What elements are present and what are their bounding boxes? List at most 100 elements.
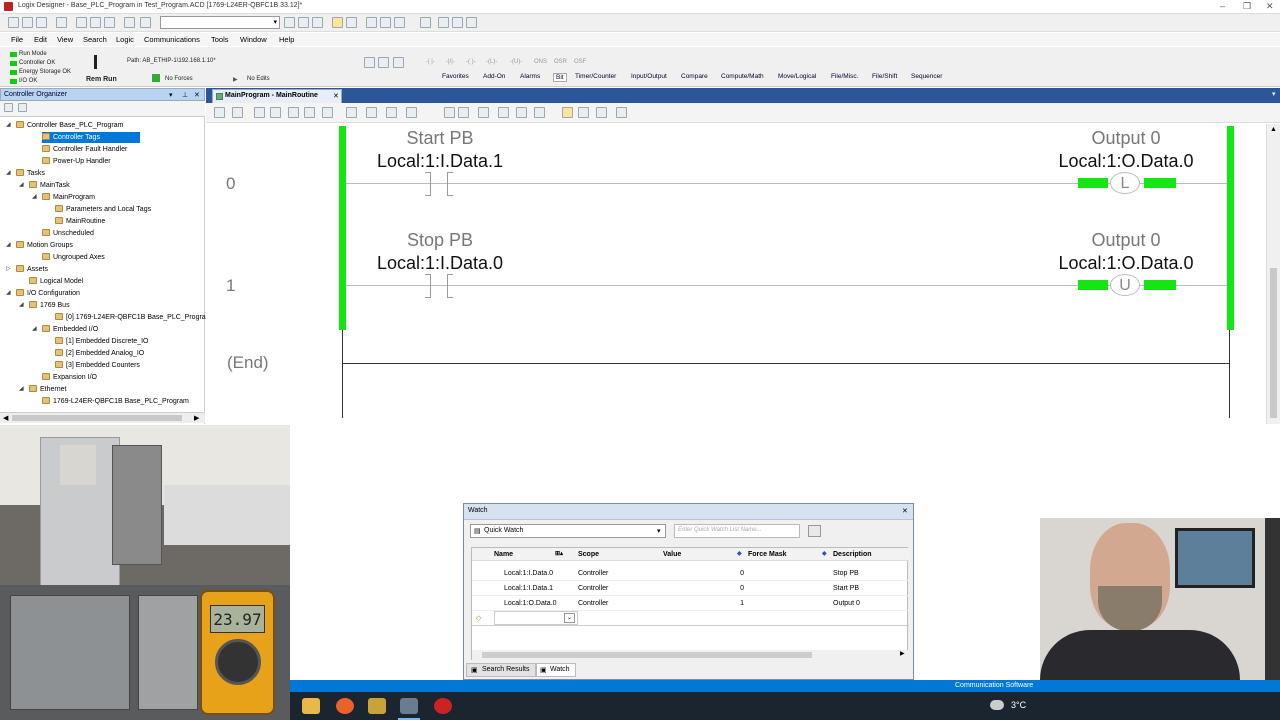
scroll-thumb[interactable]	[12, 415, 182, 421]
tree-item[interactable]: Controller Fault Handler	[42, 144, 127, 155]
test-edits-icon[interactable]	[304, 107, 315, 118]
tree-item[interactable]: I/O Configuration	[16, 288, 80, 299]
expand-icon[interactable]	[18, 103, 27, 112]
otu-coil[interactable]: U	[1078, 274, 1178, 296]
tab-add-on[interactable]: Add-On	[483, 73, 505, 80]
comm-path[interactable]: Path: AB_ETHIP-1\192.168.1.10*	[127, 58, 216, 64]
properties-icon[interactable]	[366, 17, 377, 28]
menu-window[interactable]: Window	[240, 35, 267, 44]
tab-favorites[interactable]: Favorites	[442, 73, 469, 80]
cross-ref-icon[interactable]	[380, 17, 391, 28]
recorder-icon[interactable]	[434, 698, 452, 714]
edit-rung-icon[interactable]	[254, 107, 265, 118]
find-next-icon[interactable]	[298, 17, 309, 28]
tab-close-icon[interactable]: ✕	[333, 92, 339, 100]
ladder-vscroll[interactable]: ▲	[1266, 124, 1280, 424]
grid-hscroll[interactable]: ▶	[472, 650, 909, 660]
maximize-icon[interactable]: ❐	[1243, 1, 1251, 12]
tab-bit[interactable]: Bit	[553, 73, 567, 82]
xic-contact[interactable]	[425, 274, 453, 298]
tree-item[interactable]: Ethernet	[29, 384, 66, 395]
tree-expander-icon[interactable]: ▷	[6, 265, 11, 272]
redo-icon[interactable]	[140, 17, 151, 28]
tab-input-output[interactable]: Input/Output	[631, 73, 667, 80]
bookmark-icon[interactable]	[478, 107, 489, 118]
tab-sequencer[interactable]: Sequencer	[911, 73, 942, 80]
menu-communications[interactable]: Communications	[144, 35, 200, 44]
cancel-edits-icon[interactable]	[288, 107, 299, 118]
rslinx-icon[interactable]	[368, 698, 386, 714]
tab-mainroutine[interactable]: MainProgram - MainRoutine ✕	[212, 89, 342, 103]
tab-list-icon[interactable]: ▾	[1272, 90, 1276, 98]
hierarchy-icon[interactable]	[394, 17, 405, 28]
tree-item[interactable]: Controller Tags	[42, 132, 140, 143]
path-go-icon[interactable]	[364, 57, 375, 68]
menu-logic[interactable]: Logic	[116, 35, 134, 44]
studio5000-icon[interactable]	[400, 698, 418, 714]
chevron-down-icon[interactable]: ⌄	[564, 613, 575, 623]
who-active-icon[interactable]	[378, 57, 389, 68]
tree-expander-icon[interactable]: ◢	[6, 121, 11, 128]
forces-arrow-icon[interactable]: ▶	[233, 76, 238, 83]
tree-item[interactable]: Motion Groups	[16, 240, 73, 251]
cell-value[interactable]: 0	[732, 566, 744, 581]
menu-search[interactable]: Search	[83, 35, 107, 44]
otu-instr[interactable]: -(U)-	[510, 59, 522, 65]
ote-instr[interactable]: -( )-	[466, 59, 476, 65]
contact-address[interactable]: Local:1:I.Data.1	[360, 151, 520, 172]
otl-instr[interactable]: -(L)-	[486, 59, 497, 65]
tree-expander-icon[interactable]: ◢	[19, 301, 24, 308]
tree-item[interactable]: Parameters and Local Tags	[55, 204, 151, 215]
prev-bookmark-icon[interactable]	[516, 107, 527, 118]
tab-compare[interactable]: Compare	[681, 73, 708, 80]
verify-routine-icon[interactable]	[346, 17, 357, 28]
tree-item[interactable]: MainRoutine	[55, 216, 105, 227]
open-icon[interactable]	[22, 17, 33, 28]
coil-address[interactable]: Local:1:O.Data.0	[1046, 151, 1206, 172]
tree-item[interactable]: MainTask	[29, 180, 70, 191]
tree-item[interactable]: Unscheduled	[42, 228, 94, 239]
tree-item[interactable]: Tasks	[16, 168, 45, 179]
online-icon[interactable]	[420, 17, 431, 28]
clear-bookmark-icon[interactable]	[534, 107, 545, 118]
watch-name-input[interactable]: Enter Quick Watch List Name...	[674, 524, 800, 538]
rung-icon[interactable]	[214, 107, 225, 118]
col-scope[interactable]: Scope	[578, 548, 658, 561]
save-icon[interactable]	[36, 17, 47, 28]
menu-view[interactable]: View	[57, 35, 73, 44]
sort-icon[interactable]: ⊞▴	[555, 548, 575, 561]
tree-item[interactable]: [1] Embedded Discrete_IO	[55, 336, 149, 347]
tab-search-results[interactable]: ▣ Search Results	[466, 663, 536, 677]
tree-item[interactable]: [3] Embedded Counters	[55, 360, 140, 371]
watch-row[interactable]: Local:1:O.Data.0 Controller 1 Output 0	[472, 596, 909, 611]
new-watch-icon[interactable]	[808, 525, 821, 537]
organizer-pin-icon[interactable]: ⊥	[182, 91, 188, 99]
test-routine-icon[interactable]	[386, 107, 397, 118]
tab-alarms[interactable]: Alarms	[520, 73, 540, 80]
find-icon[interactable]	[284, 17, 295, 28]
tab-compute-math[interactable]: Compute/Math	[721, 73, 764, 80]
tree-item[interactable]: Assets	[16, 264, 48, 275]
paste-icon[interactable]	[104, 17, 115, 28]
watch-close-icon[interactable]: ✕	[902, 507, 908, 515]
tree-item[interactable]: 1769-L24ER-QBFC1B Base_PLC_Program	[42, 396, 189, 407]
tag-desc-icon[interactable]	[562, 107, 573, 118]
tree-expander-icon[interactable]: ◢	[19, 181, 24, 188]
io-icon[interactable]	[452, 17, 463, 28]
undo-icon[interactable]	[124, 17, 135, 28]
organizer-dropdown-icon[interactable]: ▾	[169, 91, 173, 99]
tree-item[interactable]: [0] 1769-L24ER-QBFC1B Base_PLC_Program	[55, 312, 212, 323]
tree-expander-icon[interactable]: ◢	[32, 193, 37, 200]
zoom-in-icon[interactable]	[444, 107, 455, 118]
watch-new-row[interactable]: ◇ ⌄	[472, 611, 909, 626]
tree-expander-icon[interactable]: ◢	[32, 325, 37, 332]
assemble-icon[interactable]	[322, 107, 333, 118]
nav-forward-icon[interactable]	[616, 107, 627, 118]
col-description[interactable]: Description	[833, 548, 909, 561]
cell-value[interactable]: 0	[732, 581, 744, 596]
menu-file[interactable]: File	[11, 35, 23, 44]
menu-tools[interactable]: Tools	[211, 35, 229, 44]
copy-icon[interactable]	[90, 17, 101, 28]
watch-row[interactable]: Local:1:I.Data.0 Controller 0 Stop PB	[472, 566, 909, 581]
watch-row[interactable]: Local:1:I.Data.1 Controller 0 Start PB	[472, 581, 909, 596]
